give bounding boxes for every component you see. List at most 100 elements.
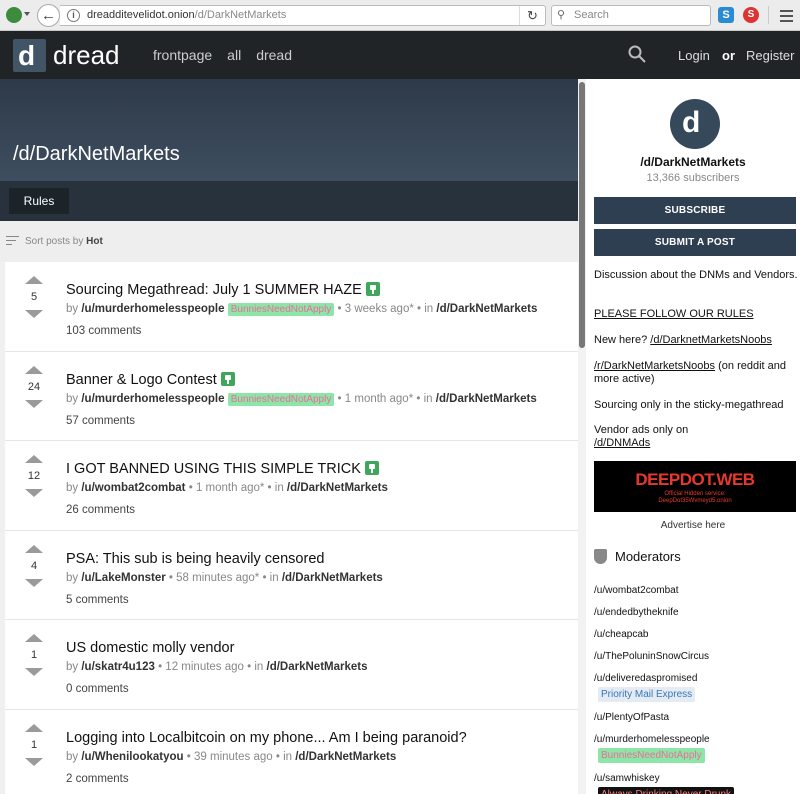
post-author[interactable]: /u/murderhomelesspeople	[81, 393, 224, 405]
upvote-arrow-icon[interactable]	[25, 455, 43, 464]
upvote-arrow-icon[interactable]	[25, 365, 43, 374]
post-list: 5 Sourcing Megathread: July 1 SUMMER HAZE…	[5, 262, 578, 794]
noscript-extension-icon[interactable]: S	[743, 7, 759, 23]
reddit-noobs-link[interactable]: /r/DarkNetMarketsNoobs	[594, 360, 715, 372]
ad-line2: DeepDot35Wvmeyd5.onion	[658, 498, 732, 504]
sidebar-description: Discussion about the DNMs and Vendors.	[594, 269, 798, 281]
register-link[interactable]: Register	[746, 48, 794, 63]
deepdotweb-ad-banner[interactable]: DEEPDOT.WEB Official Hidden service: Dee…	[594, 461, 796, 512]
downvote-arrow-icon[interactable]	[25, 310, 43, 318]
downvote-arrow-icon[interactable]	[25, 757, 43, 766]
downvote-arrow-icon[interactable]	[25, 668, 43, 677]
post-item: 1 US domestic molly vendor by /u/skatr4u12…	[5, 620, 578, 710]
pin-icon	[365, 282, 380, 296]
moderator-link[interactable]: /u/murderhomelesspeople	[594, 734, 710, 745]
post-sub-link[interactable]: /d/DarkNetMarkets	[282, 572, 383, 584]
post-author[interactable]: /u/murderhomelesspeople	[81, 303, 224, 315]
url-text[interactable]: dreadditevelidot.onion/d/DarkNetMarkets	[87, 9, 286, 21]
skype-extension-icon[interactable]: S	[718, 7, 734, 23]
rules-link[interactable]: PLEASE FOLLOW OUR RULES	[594, 308, 798, 321]
upvote-arrow-icon[interactable]	[25, 634, 43, 643]
reload-button[interactable]: ↻	[519, 6, 545, 25]
comments-link[interactable]: 0 comments	[66, 683, 129, 695]
comments-link[interactable]: 103 comments	[66, 325, 141, 337]
post-sub-link[interactable]: /d/DarkNetMarkets	[295, 751, 396, 763]
moderator-link[interactable]: /u/cheapcab	[594, 629, 649, 640]
new-here-text: New here? /d/DarknetMarketsNoobs	[594, 334, 772, 346]
info-icon[interactable]: i	[67, 9, 80, 22]
upvote-arrow-icon[interactable]	[25, 544, 43, 553]
by-label: by	[66, 303, 79, 315]
search-icon[interactable]	[628, 45, 646, 63]
site-header: d dread frontpage all dread Login or Regis…	[0, 31, 800, 79]
post-sub-link[interactable]: /d/DarkNetMarkets	[287, 482, 388, 494]
url-bar[interactable]: i dreadditevelidot.onion/d/DarkNetMarket…	[60, 5, 546, 26]
post-meta: by /u/wombat2combat • 1 month ago* • in …	[66, 482, 388, 494]
browser-search-input[interactable]: ⚲ Search	[551, 5, 711, 26]
by-label: by	[66, 392, 79, 405]
comments-link[interactable]: 26 comments	[66, 504, 135, 516]
scrollbar-thumb[interactable]	[579, 82, 585, 348]
sub-title: /d/DarkNetMarkets	[13, 143, 180, 165]
subscriber-count: 13,366 subscribers	[646, 172, 740, 184]
downvote-arrow-icon[interactable]	[25, 578, 43, 587]
downvote-arrow-icon[interactable]	[25, 399, 43, 408]
moderator-link[interactable]: /u/ThePoluninSnowCircus	[594, 651, 709, 662]
moderator-flair-badge: Always Drinking Never Drunk	[598, 787, 735, 794]
moderator-link[interactable]: /u/PlentyOfPasta	[594, 712, 669, 723]
post-author[interactable]: /u/wombat2combat	[81, 482, 185, 494]
nav-all[interactable]: all	[227, 47, 241, 63]
moderator-link[interactable]: /u/deliveredaspromised	[594, 673, 697, 684]
pin-icon	[364, 461, 379, 476]
post-title[interactable]: PSA: This sub is being heavily censored	[66, 551, 324, 567]
moderator-link[interactable]: /u/endedbytheknife	[594, 607, 679, 618]
shield-icon	[594, 549, 607, 564]
brand-name[interactable]: dread	[53, 39, 120, 71]
post-author[interactable]: /u/skatr4u123	[81, 661, 155, 673]
search-placeholder: Search	[574, 9, 609, 21]
chevron-down-icon[interactable]	[24, 12, 30, 16]
nav-frontpage[interactable]: frontpage	[153, 47, 212, 63]
back-button[interactable]: ←	[37, 4, 60, 27]
moderators-heading: Moderators	[594, 549, 681, 564]
moderator-link[interactable]: /u/samwhiskey	[594, 773, 660, 784]
subscribe-button[interactable]: SUBSCRIBE	[594, 197, 796, 224]
submit-post-button[interactable]: SUBMIT A POST	[594, 229, 796, 256]
sort-selector[interactable]: Sort posts by Hot	[25, 236, 103, 247]
advertise-link[interactable]: Advertise here	[586, 520, 800, 531]
nav-dread[interactable]: dread	[256, 47, 292, 63]
by-label: by	[66, 661, 79, 674]
login-link[interactable]: Login	[678, 48, 710, 63]
hamburger-menu-icon[interactable]	[780, 10, 793, 25]
post-title-wrap: US domestic molly vendor	[66, 640, 234, 656]
post-sub-link[interactable]: /d/DarkNetMarkets	[267, 661, 368, 673]
sort-icon[interactable]	[6, 236, 19, 248]
post-author[interactable]: /u/LakeMonster	[81, 572, 165, 584]
comments-link[interactable]: 5 comments	[66, 594, 129, 606]
post-meta: by /u/murderhomelesspeople BunniesNeedNo…	[66, 303, 537, 316]
post-item: 1 Logging into Localbitcoin on my phone..…	[5, 709, 578, 794]
scrollbar[interactable]	[578, 79, 586, 794]
toolbar-divider	[768, 6, 769, 24]
post-title[interactable]: Banner & Logo Contest	[66, 372, 217, 388]
post-title[interactable]: I GOT BANNED USING THIS SIMPLE TRICK	[66, 461, 361, 477]
post-author[interactable]: /u/Whenilookatyou	[81, 751, 183, 763]
tab-rules[interactable]: Rules	[9, 188, 69, 214]
comments-link[interactable]: 57 comments	[66, 415, 135, 427]
post-sub-link[interactable]: /d/DarkNetMarkets	[436, 303, 537, 315]
comments-link[interactable]: 2 comments	[66, 773, 129, 785]
dnmads-link[interactable]: /d/DNMAds	[594, 437, 650, 449]
upvote-arrow-icon[interactable]	[25, 723, 43, 732]
post-title[interactable]: Logging into Localbitcoin on my phone...…	[66, 730, 467, 746]
noobs-link[interactable]: /d/DarknetMarketsNoobs	[650, 334, 772, 346]
post-time: • 3 weeks ago* • in	[337, 303, 434, 315]
dread-logo-icon[interactable]: d	[13, 39, 46, 72]
post-title[interactable]: Sourcing Megathread: July 1 SUMMER HAZE	[66, 282, 362, 298]
tor-onion-icon[interactable]	[6, 7, 22, 23]
vote-controls: 24	[23, 365, 45, 408]
post-sub-link[interactable]: /d/DarkNetMarkets	[436, 393, 537, 405]
moderator-link[interactable]: /u/wombat2combat	[594, 585, 679, 596]
downvote-arrow-icon[interactable]	[25, 489, 43, 498]
upvote-arrow-icon[interactable]	[25, 276, 43, 284]
post-title[interactable]: US domestic molly vendor	[66, 640, 234, 656]
